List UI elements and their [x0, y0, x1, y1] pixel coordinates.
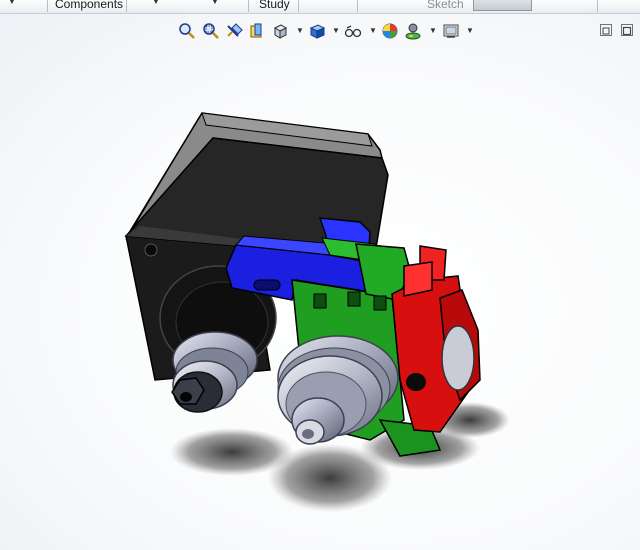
section-view-icon[interactable]: [248, 22, 266, 40]
chevron-down-icon[interactable]: ▼: [369, 26, 377, 35]
chevron-down-icon[interactable]: ▼: [211, 0, 219, 6]
idler-bearing: [441, 325, 475, 391]
chevron-down-icon[interactable]: ▼: [152, 0, 160, 6]
maximize-window-icon[interactable]: [621, 24, 633, 36]
tab-divider: [248, 0, 249, 12]
chevron-down-icon[interactable]: ▼: [296, 26, 304, 35]
graphics-area[interactable]: [0, 14, 640, 550]
sketch-tab-highlight[interactable]: [473, 0, 532, 11]
heads-up-view-toolbar: ▼ ▼ ▼ ▼ ▼: [0, 20, 640, 44]
tab-study[interactable]: Study: [259, 0, 290, 12]
display-style-icon[interactable]: [308, 22, 326, 40]
tab-divider: [357, 0, 358, 12]
tab-components[interactable]: Components: [55, 0, 123, 12]
slot: [253, 279, 281, 291]
mounting-hole: [144, 243, 158, 257]
apply-scene-icon[interactable]: [404, 22, 422, 40]
view-settings-icon[interactable]: [442, 22, 460, 40]
previous-view-icon[interactable]: [226, 22, 244, 40]
tab-divider: [126, 0, 127, 12]
chevron-down-icon[interactable]: ▼: [466, 26, 474, 35]
chevron-down-icon[interactable]: ▼: [429, 26, 437, 35]
tab-divider: [47, 0, 48, 12]
edit-appearance-icon[interactable]: [381, 22, 399, 40]
chevron-down-icon[interactable]: ▼: [332, 26, 340, 35]
zoom-to-fit-icon[interactable]: [178, 22, 196, 40]
tab-divider: [597, 0, 598, 12]
chevron-down-icon[interactable]: ▼: [8, 0, 16, 6]
restore-window-icon[interactable]: [600, 24, 612, 36]
tab-divider: [298, 0, 299, 12]
command-manager-tabs: ▼ Components ▼ ▼ Study Sketch: [0, 0, 640, 14]
tab-sketch[interactable]: Sketch: [427, 0, 464, 12]
extruder-assembly-model[interactable]: [0, 14, 640, 550]
view-orientation-icon[interactable]: [271, 22, 289, 40]
hide-show-items-icon[interactable]: [344, 22, 362, 40]
zoom-to-area-icon[interactable]: [202, 22, 220, 40]
